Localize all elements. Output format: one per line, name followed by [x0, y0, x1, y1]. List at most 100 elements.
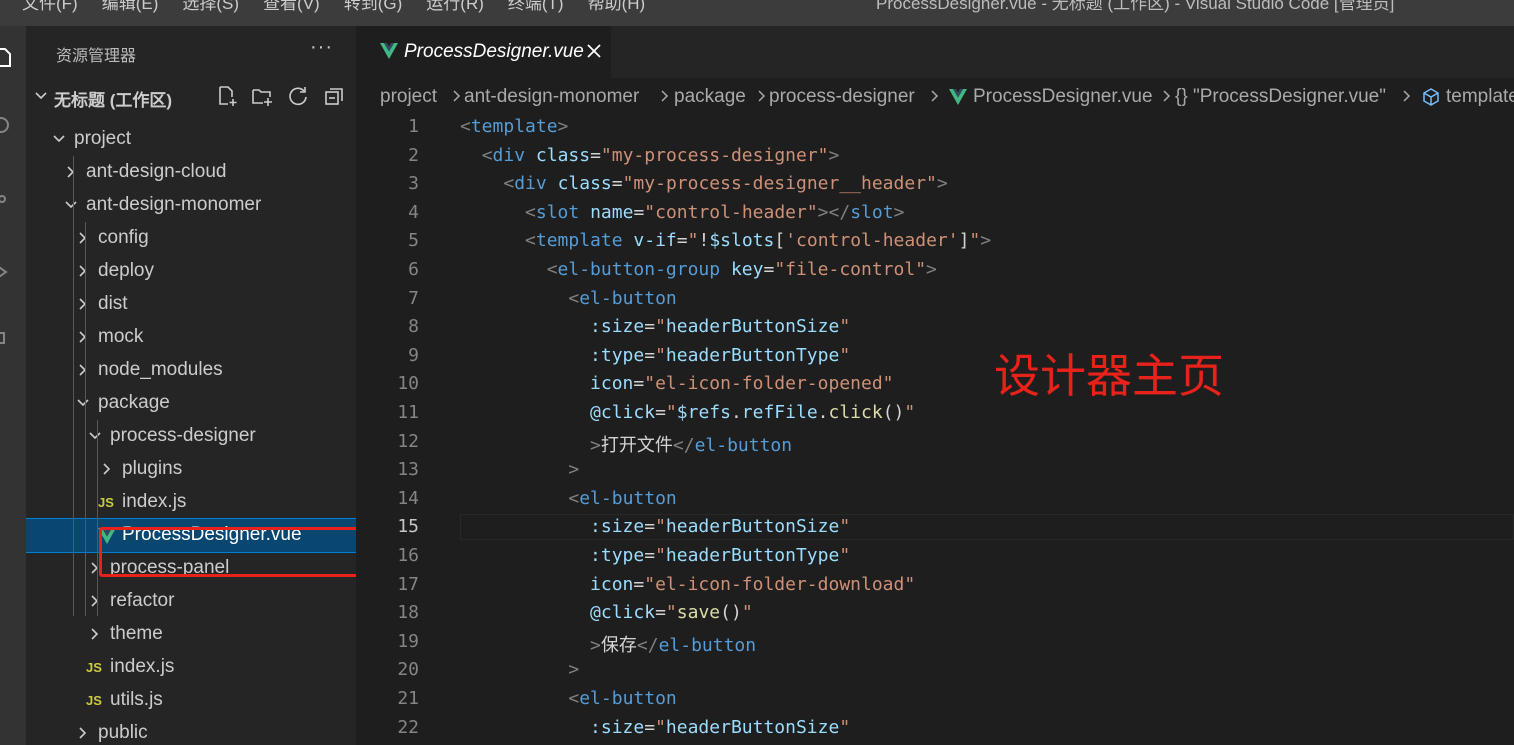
menu-item[interactable]: 转到(G)	[332, 0, 415, 16]
workspace-header[interactable]: 无标题 (工作区)	[26, 82, 356, 110]
code-line[interactable]: 14 <el-button	[356, 486, 1514, 515]
menu-item[interactable]: 查看(V)	[251, 0, 332, 16]
breadcrumb-item[interactable]: package	[674, 86, 746, 108]
code-line[interactable]: 4 <slot name="control-header"></slot>	[356, 200, 1514, 229]
code-text: <el-button-group key="file-control">	[546, 259, 937, 280]
tree-item[interactable]: JS index.js	[26, 486, 356, 519]
new-folder-icon[interactable]	[251, 85, 273, 107]
tree-item[interactable]: ProcessDesigner.vue	[26, 518, 356, 553]
code-line[interactable]: 20 >	[356, 657, 1514, 686]
tree-item[interactable]: deploy	[26, 255, 356, 288]
code-line[interactable]: 13 >	[356, 457, 1514, 486]
code-text: <template>	[460, 116, 569, 137]
code-line[interactable]: 5 <template v-if="!$slots['control-heade…	[356, 228, 1514, 257]
tree-item[interactable]: JS utils.js	[26, 684, 356, 717]
breadcrumb-item[interactable]: ProcessDesigner.vue	[973, 86, 1153, 108]
chevron-down-icon	[53, 135, 65, 143]
extensions-icon[interactable]	[0, 329, 14, 351]
tree-item[interactable]: process-designer	[26, 420, 356, 453]
line-number: 2	[408, 144, 419, 166]
chevron-right-icon	[661, 90, 669, 102]
code-line[interactable]: 8 :size="headerButtonSize"	[356, 314, 1514, 343]
menu-item[interactable]: 文件(F)	[0, 0, 90, 16]
menu-item[interactable]: 帮助(H)	[576, 0, 658, 16]
code-text: >打开文件</el-button	[590, 434, 793, 456]
line-number: 20	[397, 659, 419, 681]
tree-item[interactable]: JS index.js	[26, 651, 356, 684]
menu-item[interactable]: 编辑(E)	[90, 0, 171, 16]
line-number: 22	[397, 716, 419, 738]
symbol-element-icon	[1423, 88, 1439, 106]
chevron-right-icon	[79, 232, 87, 244]
indent-guide	[73, 156, 74, 616]
tree-item[interactable]: ant-design-cloud	[26, 156, 356, 189]
line-number: 9	[408, 344, 419, 366]
code-line[interactable]: 10 icon="el-icon-folder-opened"	[356, 371, 1514, 400]
code-line[interactable]: 1 <template>	[356, 114, 1514, 143]
line-number: 13	[397, 459, 419, 481]
tree-item[interactable]: process-panel	[26, 552, 356, 585]
code-text: <slot name="control-header"></slot>	[525, 201, 905, 223]
code-line[interactable]: 19 >保存</el-button	[356, 629, 1514, 658]
tree-item[interactable]: package	[26, 387, 356, 420]
tree-item-label: ant-design-monomer	[86, 194, 262, 215]
code-line[interactable]: 17 icon="el-icon-folder-download"	[356, 572, 1514, 601]
workspace-title: 无标题 (工作区)	[54, 91, 173, 110]
breadcrumb-item[interactable]: {} "ProcessDesigner.vue"	[1175, 86, 1386, 108]
tab-bar: ProcessDesigner.vue	[356, 26, 1514, 78]
tree-item[interactable]: public	[26, 717, 356, 745]
code-line[interactable]: 18 @click="save()"	[356, 600, 1514, 629]
close-icon[interactable]	[584, 41, 604, 61]
more-actions-button[interactable]: ···	[310, 36, 333, 59]
tree-item-label: deploy	[98, 260, 154, 281]
code-text: >	[568, 459, 580, 481]
menu-item[interactable]: 终端(T)	[496, 0, 576, 16]
tree-item-label: ant-design-cloud	[86, 161, 227, 182]
code-text: :size="headerButtonSize"	[590, 716, 851, 738]
code-line[interactable]: 6 <el-button-group key="file-control">	[356, 257, 1514, 286]
tree-item-label: project	[74, 128, 132, 149]
code-line[interactable]: 11 @click="$refs.refFile.click()"	[356, 400, 1514, 429]
code-text: <el-button	[568, 287, 677, 309]
chevron-right-icon	[91, 595, 99, 607]
title-bar: 文件(F) 编辑(E) 选择(S) 查看(V) 转到(G) 运行(R) 终端(T) 帮助(H)…	[0, 0, 1514, 26]
menu-item[interactable]: 选择(S)	[170, 0, 251, 16]
search-icon[interactable]	[0, 116, 14, 138]
breadcrumb-item[interactable]: template	[1446, 86, 1514, 108]
tree-item[interactable]: node_modules	[26, 354, 356, 387]
breadcrumb-item[interactable]: process-designer	[769, 86, 915, 108]
code-line[interactable]: 9 :type="headerButtonType"	[356, 343, 1514, 372]
collapse-all-icon[interactable]	[323, 85, 345, 107]
breadcrumb-item[interactable]: ant-design-monomer	[464, 86, 639, 108]
tree-item[interactable]: ant-design-monomer	[26, 189, 356, 222]
code-line[interactable]: 21 <el-button	[356, 686, 1514, 715]
tree-item[interactable]: dist	[26, 288, 356, 321]
code-line[interactable]: 2 <div class="my-process-designer">	[356, 143, 1514, 172]
code-editor[interactable]: 1 <template> 2 <div class="my-process-desi…	[356, 114, 1514, 745]
tree-item[interactable]: project	[26, 123, 356, 156]
new-file-icon[interactable]	[216, 85, 238, 107]
vue-file-icon	[380, 43, 398, 59]
code-line[interactable]: 16 :type="headerButtonType"	[356, 543, 1514, 572]
menu-item[interactable]: 运行(R)	[414, 0, 496, 16]
code-line[interactable]: 22 :size="headerButtonSize"	[356, 715, 1514, 744]
breadcrumb-item[interactable]: project	[380, 86, 437, 108]
line-number: 4	[408, 201, 419, 223]
chevron-right-icon	[79, 298, 87, 310]
tree-item[interactable]: config	[26, 222, 356, 255]
source-control-icon[interactable]	[0, 188, 14, 210]
code-line[interactable]: 15 :size="headerButtonSize"	[356, 514, 1514, 543]
code-text: :type="headerButtonType"	[590, 545, 851, 566]
tree-item[interactable]: theme	[26, 618, 356, 651]
run-debug-icon[interactable]	[0, 261, 14, 283]
explorer-icon[interactable]	[0, 46, 14, 68]
refresh-icon[interactable]	[287, 85, 309, 107]
tab-process-designer[interactable]: ProcessDesigner.vue	[356, 26, 611, 78]
code-line[interactable]: 7 <el-button	[356, 286, 1514, 315]
tree-item[interactable]: mock	[26, 321, 356, 354]
line-number: 11	[397, 402, 419, 423]
tree-item[interactable]: plugins	[26, 453, 356, 486]
code-line[interactable]: 3 <div class="my-process-designer__heade…	[356, 171, 1514, 200]
code-line[interactable]: 12 >打开文件</el-button	[356, 429, 1514, 458]
tree-item[interactable]: refactor	[26, 585, 356, 618]
